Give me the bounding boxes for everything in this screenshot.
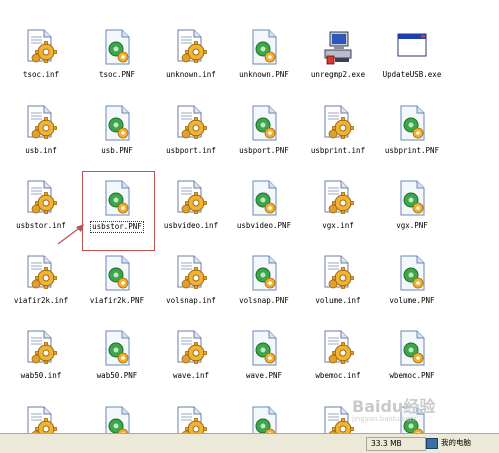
file-item[interactable]: usbport.PNF: [226, 76, 302, 155]
inf-file-icon: [24, 179, 58, 217]
inf-file-icon: [24, 104, 58, 142]
file-item[interactable]: [226, 377, 302, 433]
status-location-label: 我的电脑: [441, 438, 471, 447]
file-item[interactable]: tsoc.inf: [3, 0, 79, 79]
file-item[interactable]: usbstor.inf: [3, 151, 79, 230]
inf-file-icon: [174, 28, 208, 66]
inf-file-icon: [321, 405, 355, 433]
pnf-file-icon: [247, 329, 281, 367]
file-item[interactable]: wbemoc.inf: [300, 301, 376, 380]
pnf-file-icon: [100, 28, 134, 66]
file-item[interactable]: usb.inf: [3, 76, 79, 155]
exe-file-icon: [395, 28, 429, 66]
exe-file-icon: [321, 28, 355, 66]
status-bar: 33.3 MB 我的电脑: [0, 433, 499, 453]
file-item[interactable]: wave.inf: [153, 301, 229, 380]
inf-file-icon: [24, 254, 58, 292]
file-item[interactable]: wave.PNF: [226, 301, 302, 380]
file-icon-grid: tsoc.inf tsoc.PNF unknown.inf unknown.PNF un…: [0, 0, 499, 433]
inf-file-icon: [24, 329, 58, 367]
file-item[interactable]: UpdateUSB.exe: [374, 0, 450, 79]
pnf-file-icon: [395, 329, 429, 367]
inf-file-icon: [174, 179, 208, 217]
file-item[interactable]: tsoc.PNF: [79, 0, 155, 79]
pnf-file-icon: [247, 254, 281, 292]
inf-file-icon: [174, 405, 208, 433]
file-item[interactable]: usbvideo.PNF: [226, 151, 302, 230]
pnf-file-icon: [100, 405, 134, 433]
arrow-annotation: [57, 224, 84, 245]
file-item[interactable]: unknown.PNF: [226, 0, 302, 79]
pnf-file-icon: [100, 254, 134, 292]
my-computer-icon: [426, 437, 438, 449]
file-item[interactable]: wab50.PNF: [79, 301, 155, 380]
pnf-file-icon: [247, 405, 281, 433]
file-item[interactable]: unknown.inf: [153, 0, 229, 79]
file-item[interactable]: vgx.PNF: [374, 151, 450, 230]
status-location: 我的电脑: [426, 437, 496, 449]
file-item[interactable]: wbemoc.PNF: [374, 301, 450, 380]
inf-file-icon: [174, 104, 208, 142]
pnf-file-icon: [100, 329, 134, 367]
file-item[interactable]: vgx.inf: [300, 151, 376, 230]
file-item[interactable]: wab50.inf: [3, 301, 79, 380]
inf-file-icon: [24, 405, 58, 433]
pnf-file-icon: [395, 104, 429, 142]
inf-file-icon: [321, 254, 355, 292]
file-item[interactable]: volsnap.PNF: [226, 226, 302, 305]
file-item[interactable]: usbport.inf: [153, 76, 229, 155]
inf-file-icon: [321, 104, 355, 142]
file-item[interactable]: unregmp2.exe: [300, 0, 376, 79]
pnf-file-icon: [395, 254, 429, 292]
pnf-file-icon: [395, 179, 429, 217]
pnf-file-icon: [247, 28, 281, 66]
file-item[interactable]: volsnap.inf: [153, 226, 229, 305]
inf-file-icon: [174, 329, 208, 367]
file-item[interactable]: usbprint.PNF: [374, 76, 450, 155]
inf-file-icon: [174, 254, 208, 292]
file-item[interactable]: usbprint.inf: [300, 76, 376, 155]
pnf-file-icon: [100, 104, 134, 142]
status-size: 33.3 MB: [366, 437, 426, 451]
file-item[interactable]: usb.PNF: [79, 76, 155, 155]
file-item[interactable]: [153, 377, 229, 433]
highlight-box: [82, 171, 155, 251]
watermark-logo: Baidu经验: [352, 397, 436, 416]
file-item[interactable]: [79, 377, 155, 433]
inf-file-icon: [321, 179, 355, 217]
file-item[interactable]: usbvideo.inf: [153, 151, 229, 230]
inf-file-icon: [321, 329, 355, 367]
pnf-file-icon: [247, 104, 281, 142]
pnf-file-icon: [247, 179, 281, 217]
file-item[interactable]: [3, 377, 79, 433]
watermark-url: jingyan.baidu.com: [352, 415, 417, 423]
file-item[interactable]: volume.PNF: [374, 226, 450, 305]
file-item[interactable]: volume.inf: [300, 226, 376, 305]
inf-file-icon: [24, 28, 58, 66]
